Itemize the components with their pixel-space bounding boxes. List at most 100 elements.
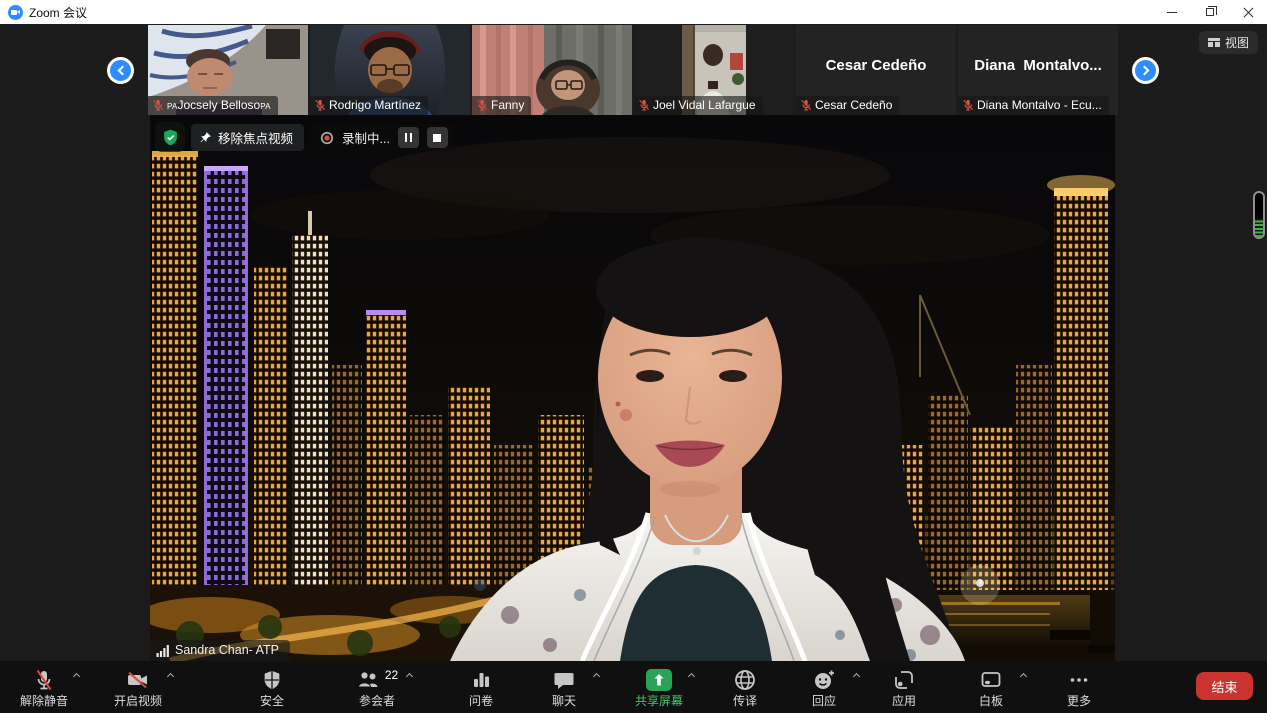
- unmute-label: 解除静音: [20, 692, 68, 709]
- chevron-up-icon[interactable]: [167, 673, 174, 680]
- main-speaker-video[interactable]: 移除焦点视频 录制中... Sandra Chan- ATP: [150, 115, 1115, 661]
- chevron-up-icon[interactable]: [1020, 673, 1027, 680]
- participant-tile-rodrigo[interactable]: Rodrigo Martínez: [310, 25, 470, 115]
- share-screen-label: 共享屏幕: [635, 692, 683, 709]
- pause-recording-button[interactable]: [398, 127, 419, 148]
- minimize-icon: [1167, 12, 1177, 13]
- title-bar: Zoom 会议: [0, 0, 1267, 24]
- audio-output-meter-fill: [1255, 219, 1263, 237]
- pause-icon: [405, 133, 412, 142]
- stop-recording-button[interactable]: [427, 127, 448, 148]
- window-title: Zoom 会议: [29, 4, 87, 21]
- unmute-button[interactable]: 解除静音: [6, 661, 82, 713]
- audio-level-icon: [156, 644, 169, 657]
- chat-button[interactable]: 聊天: [526, 661, 602, 713]
- security-shield-badge[interactable]: [155, 122, 185, 152]
- chat-icon: [552, 668, 576, 692]
- participant-tile-jocsely[interactable]: PAJocsely BellosoPA: [148, 25, 308, 115]
- more-icon: [1067, 668, 1091, 692]
- participant-display-name: Cesar Cedeño: [796, 57, 956, 74]
- start-video-button[interactable]: 开启视频: [100, 661, 176, 713]
- participants-icon: [356, 668, 382, 692]
- remove-spotlight-label: 移除焦点视频: [218, 128, 293, 147]
- participant-name-badge: Rodrigo Martínez: [310, 96, 428, 115]
- chevron-up-icon[interactable]: [406, 673, 413, 680]
- participant-name-badge: Fanny: [472, 96, 531, 115]
- participants-count: 22: [385, 668, 398, 682]
- apps-button[interactable]: 应用: [866, 661, 942, 713]
- recording-label: 录制中...: [342, 128, 390, 147]
- muted-mic-icon: [32, 668, 56, 692]
- whiteboard-label: 白板: [979, 692, 1003, 709]
- participant-tile-cesar[interactable]: Cesar Cedeño Cesar Cedeño: [796, 25, 956, 115]
- globe-icon: [733, 668, 757, 692]
- view-button[interactable]: 视图: [1199, 31, 1258, 54]
- share-screen-button[interactable]: 共享屏幕: [621, 661, 697, 713]
- chat-label: 聊天: [552, 692, 576, 709]
- participants-button[interactable]: 22 参会者: [339, 661, 415, 713]
- active-speaker-name: Sandra Chan- ATP: [175, 643, 279, 657]
- shield-check-icon: [161, 128, 180, 147]
- restore-icon: [1206, 8, 1214, 16]
- meeting-toolbar: 解除静音 开启视频 安全: [0, 661, 1267, 713]
- zoom-logo-icon: [8, 5, 23, 20]
- zoom-meeting-window: Zoom 会议 视图: [0, 0, 1267, 713]
- polls-icon: [469, 668, 493, 692]
- security-button[interactable]: 安全: [234, 661, 310, 713]
- view-button-label: 视图: [1225, 34, 1249, 51]
- participant-display-name: Diana Montalvo...: [958, 57, 1118, 74]
- polls-label: 问卷: [469, 692, 493, 709]
- apps-label: 应用: [892, 692, 916, 709]
- recording-indicator: 录制中...: [310, 124, 454, 151]
- more-label: 更多: [1067, 692, 1091, 709]
- participant-filmstrip: 视图 PA: [0, 24, 1267, 115]
- camera-off-icon: [125, 668, 151, 692]
- chevron-left-icon: [117, 66, 127, 76]
- participant-tile-joel[interactable]: Joel Vidal Lafargue: [634, 25, 794, 115]
- muted-mic-icon: [638, 99, 650, 111]
- reactions-button[interactable]: 回应: [786, 661, 862, 713]
- minimize-button[interactable]: [1153, 0, 1191, 24]
- remove-spotlight-button[interactable]: 移除焦点视频: [191, 124, 304, 151]
- participants-label: 参会者: [359, 692, 395, 709]
- chevron-up-icon[interactable]: [853, 673, 860, 680]
- restore-button[interactable]: [1191, 0, 1229, 24]
- reactions-icon: [812, 668, 836, 692]
- view-grid-icon: [1208, 38, 1220, 48]
- participant-name-badge: Cesar Cedeño: [796, 96, 899, 115]
- close-button[interactable]: [1229, 0, 1267, 24]
- chevron-up-icon[interactable]: [688, 673, 695, 680]
- participant-name-badge: PAJocsely BellosoPA: [148, 96, 278, 115]
- pin-icon: [199, 131, 212, 144]
- recording-icon: [320, 131, 334, 145]
- close-icon: [1243, 7, 1253, 17]
- apps-icon: [892, 668, 916, 692]
- interpretation-label: 传译: [733, 692, 757, 709]
- filmstrip-next-button[interactable]: [1132, 57, 1159, 84]
- participant-tile-fanny[interactable]: Fanny: [472, 25, 632, 115]
- share-screen-icon: [645, 668, 673, 692]
- participant-name-badge: Joel Vidal Lafargue: [634, 96, 763, 115]
- shield-icon: [261, 668, 283, 692]
- muted-mic-icon: [962, 99, 974, 111]
- chevron-right-icon: [1139, 66, 1149, 76]
- whiteboard-icon: [979, 668, 1003, 692]
- interpretation-button[interactable]: 传译: [707, 661, 783, 713]
- sandra-video-scene: [150, 115, 1115, 661]
- muted-mic-icon: [152, 99, 164, 111]
- reactions-label: 回应: [812, 692, 836, 709]
- polls-button[interactable]: 问卷: [443, 661, 519, 713]
- chevron-up-icon[interactable]: [593, 673, 600, 680]
- muted-mic-icon: [476, 99, 488, 111]
- muted-mic-icon: [314, 99, 326, 111]
- end-meeting-button[interactable]: 结束: [1196, 672, 1253, 700]
- muted-mic-icon: [800, 99, 812, 111]
- whiteboard-button[interactable]: 白板: [953, 661, 1029, 713]
- participant-tile-diana[interactable]: Diana Montalvo... Diana Montalvo - Ecu..…: [958, 25, 1118, 115]
- chevron-up-icon[interactable]: [73, 673, 80, 680]
- security-label: 安全: [260, 692, 284, 709]
- more-button[interactable]: 更多: [1041, 661, 1117, 713]
- active-speaker-badge: Sandra Chan- ATP: [150, 640, 290, 661]
- audio-output-meter: [1253, 191, 1265, 239]
- filmstrip-prev-button[interactable]: [107, 57, 134, 84]
